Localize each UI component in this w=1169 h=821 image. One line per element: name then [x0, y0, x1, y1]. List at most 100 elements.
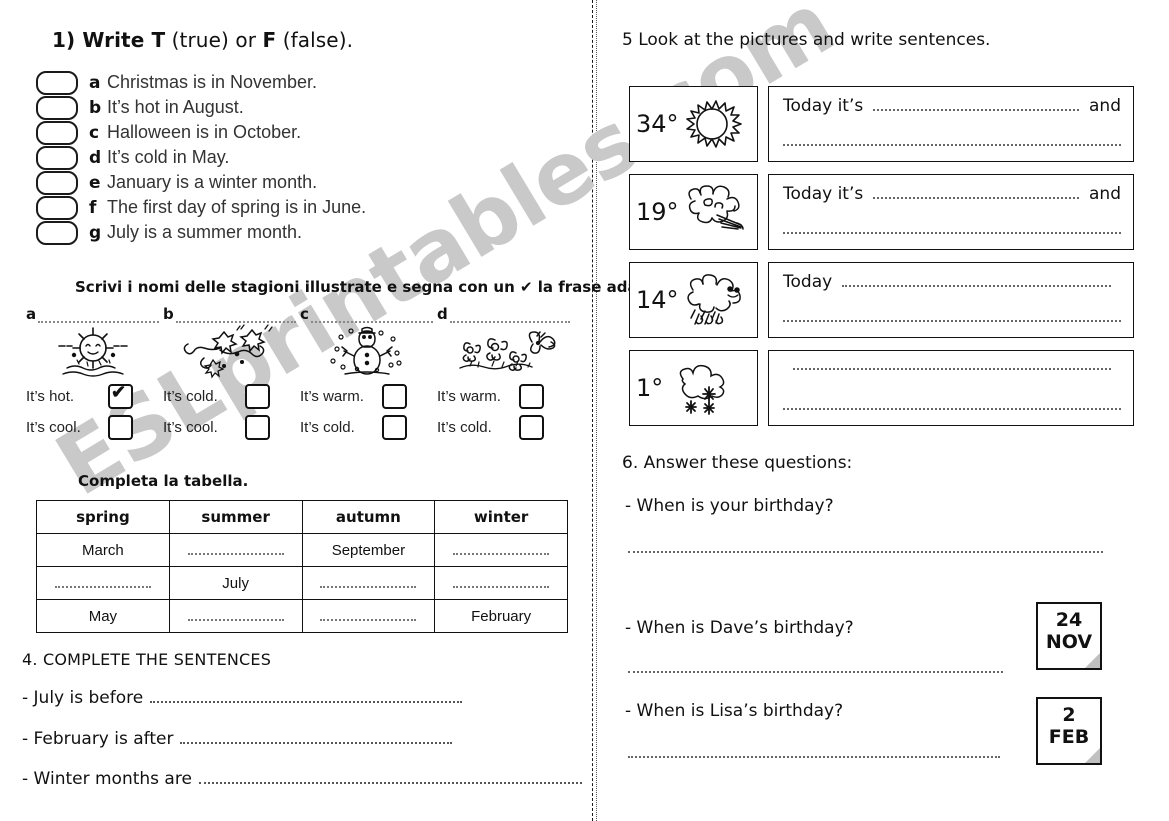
page-fold-corner [1084, 652, 1100, 668]
cell-value: February [471, 607, 532, 625]
exercise-1-list: a Christmas is in November. b It’s hot i… [36, 70, 556, 245]
table-cell[interactable]: May [36, 599, 170, 633]
season-option-checkbox[interactable] [108, 415, 133, 440]
sentence-blank-second[interactable] [783, 400, 1121, 410]
weather-picture-box: 14° [629, 262, 758, 338]
true-false-checkbox[interactable] [36, 195, 78, 220]
season-answer-blank[interactable] [310, 309, 433, 323]
answer-blank[interactable] [628, 663, 1003, 673]
item-letter: d [89, 147, 102, 168]
item-letter: f [89, 197, 97, 218]
calendar-day: 24 [1055, 609, 1083, 631]
table-cell[interactable] [434, 566, 568, 600]
season-option-checkbox[interactable] [519, 415, 544, 440]
exercise-4-blank[interactable] [150, 693, 462, 703]
table-cell[interactable] [168, 599, 303, 633]
season-answer-row: b [163, 305, 296, 323]
item-text: Christmas is in November. [107, 72, 318, 92]
sentence-blank-second[interactable] [783, 136, 1121, 146]
sentence-blank[interactable] [873, 101, 1080, 111]
table-cell[interactable]: July [168, 566, 303, 600]
weather-sentence-box: Today it’s and [768, 174, 1134, 250]
sentence-connector: and [1089, 96, 1121, 116]
item-text: Halloween is in October. [107, 122, 302, 142]
true-false-checkbox[interactable] [36, 220, 78, 245]
season-answer-blank[interactable] [449, 309, 570, 323]
exercise-1-item: a Christmas is in November. [36, 70, 556, 95]
cell-blank [320, 610, 417, 621]
sentence-blank[interactable] [873, 189, 1080, 199]
season-answer-row: d [437, 305, 570, 323]
page-fold-corner [1084, 747, 1100, 763]
weather-sentence-box: Today it’s and [768, 86, 1134, 162]
table-cell[interactable]: March [36, 533, 170, 567]
temperature-label: 34° [636, 110, 679, 138]
table-header-cell: spring [36, 500, 170, 534]
exercise-4-line: - Winter months are [22, 769, 582, 789]
true-false-checkbox[interactable] [36, 95, 78, 120]
exercise-4-line-text: - July is before [22, 688, 144, 708]
table-cell[interactable] [168, 533, 303, 567]
table-header-cell: winter [434, 500, 568, 534]
calendar-month: FEB [1048, 726, 1090, 748]
exercise-1-item: d It’s cold in May. [36, 145, 556, 170]
sentence-blank-second[interactable] [783, 312, 1121, 322]
season-option-checkbox[interactable] [382, 384, 407, 409]
worksheet-page: ESLprintables.com 1) Write T (true) or F… [0, 0, 1169, 821]
season-option-label: It’s cold. [300, 419, 355, 436]
season-option-checkbox[interactable] [382, 415, 407, 440]
sentence-blank[interactable] [842, 277, 1111, 287]
true-false-checkbox[interactable] [36, 120, 78, 145]
exercise-4-line: - February is after [22, 729, 452, 749]
exercise-4-blank[interactable] [180, 734, 452, 744]
table-cell[interactable]: September [301, 533, 436, 567]
season-option-checkbox[interactable] [245, 384, 270, 409]
season-letter: b [163, 305, 174, 323]
weather-sentence-line [783, 360, 1121, 386]
season-option-checkbox[interactable] [245, 415, 270, 440]
true-false-checkbox[interactable] [36, 170, 78, 195]
season-option-checkbox[interactable] [108, 382, 133, 409]
table-cell[interactable] [301, 599, 436, 633]
sentence-connector: and [1089, 184, 1121, 204]
table-cell[interactable]: February [434, 599, 568, 633]
answer-blank[interactable] [628, 543, 1103, 553]
season-option-checkbox[interactable] [519, 384, 544, 409]
table-cell[interactable] [301, 566, 436, 600]
season-item-d: d It’s warm. It’s cold. [437, 305, 570, 443]
rain-cloud-icon [681, 268, 751, 332]
sentence-blank[interactable] [793, 360, 1111, 370]
item-letter: e [89, 172, 101, 193]
answer-blank[interactable] [628, 748, 1000, 758]
table-cell[interactable] [36, 566, 170, 600]
weather-item: 19° Today it’s and [629, 174, 1134, 250]
seasons-table: spring summer autumn winter March Septem… [36, 500, 568, 633]
exercise-1-title-false-letter: F [262, 28, 277, 52]
exercise-1-item: f The first day of spring is in June. [36, 195, 556, 220]
exercise-1-title: 1) Write T (true) or F (false). [52, 28, 353, 52]
cell-blank [320, 577, 417, 588]
item-letter: c [89, 122, 100, 143]
season-option: It’s cold. [163, 381, 296, 412]
exercise-2-row: a It’s hot. ✔ It’s cool. b It’s cold. It… [26, 305, 586, 443]
calendar-card-lisa: 2 FEB [1036, 697, 1102, 765]
item-text: January is a winter month. [107, 172, 318, 192]
table-cell[interactable] [434, 533, 568, 567]
table-header-cell: summer [168, 500, 303, 534]
flowers-butterfly-icon [437, 323, 570, 381]
autumn-leaves-icon [163, 323, 296, 381]
table-row: May February [36, 599, 568, 633]
sentence-blank-second[interactable] [783, 224, 1121, 234]
season-option-label: It’s warm. [300, 388, 364, 405]
sentence-lead: Today [783, 272, 833, 292]
season-answer-blank[interactable] [38, 309, 159, 323]
true-false-checkbox[interactable] [36, 70, 78, 95]
exercise-1-title-mid: (true) or [165, 28, 263, 52]
true-false-checkbox[interactable] [36, 145, 78, 170]
season-option-label: It’s cool. [163, 419, 218, 436]
season-option-label: It’s cold. [437, 419, 492, 436]
season-answer-blank[interactable] [175, 309, 296, 323]
exercise-4-blank[interactable] [198, 774, 582, 784]
season-option-label: It’s warm. [437, 388, 501, 405]
season-option: It’s warm. [300, 381, 433, 412]
